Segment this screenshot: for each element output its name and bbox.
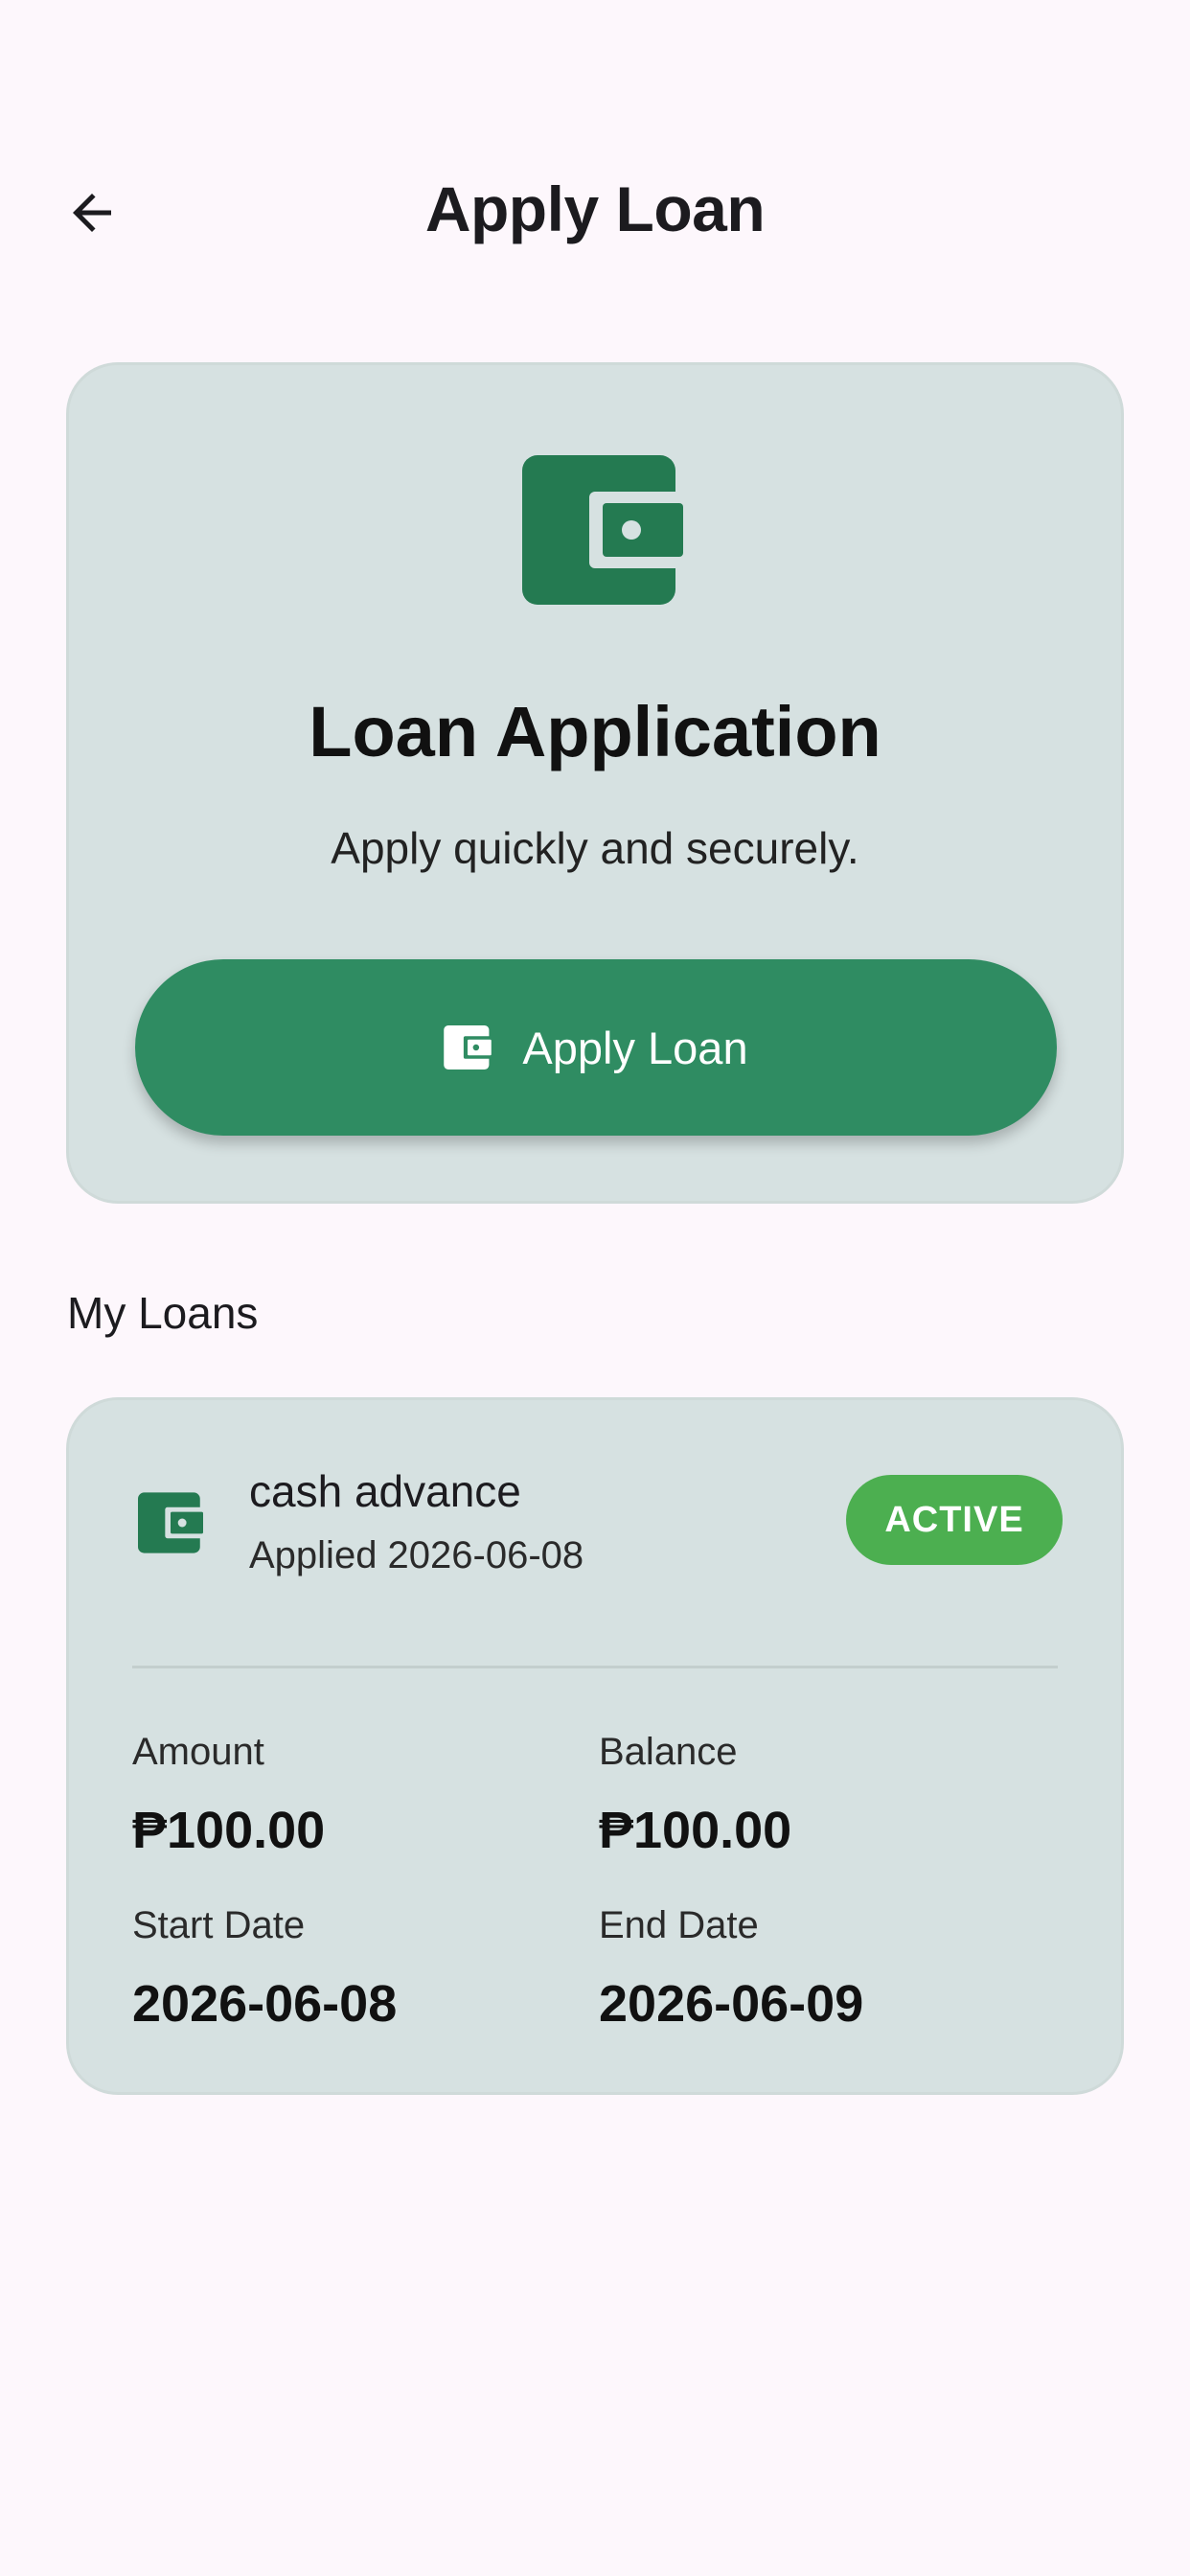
start-date-label: Start Date — [132, 1904, 306, 1946]
end-date-label: End Date — [599, 1904, 759, 1946]
my-loans-heading: My Loans — [67, 1288, 259, 1338]
card-title: Loan Application — [309, 692, 881, 771]
end-date-value: 2026-06-09 — [599, 1975, 864, 2033]
loan-application-card: Loan Application Apply quickly and secur… — [66, 362, 1124, 1204]
amount-label: Amount — [132, 1731, 264, 1773]
status-badge: ACTIVE — [846, 1475, 1063, 1565]
wallet-icon — [522, 455, 683, 605]
app-bar: Apply Loan — [0, 163, 1190, 259]
loan-applied-date: Applied 2026-06-08 — [249, 1534, 584, 1576]
balance-value: ₱100.00 — [599, 1802, 792, 1859]
wallet-icon — [138, 1492, 203, 1553]
loan-name: cash advance — [249, 1466, 521, 1516]
wallet-icon — [444, 1025, 492, 1070]
apply-loan-button-label: Apply Loan — [522, 1022, 748, 1073]
apply-loan-button[interactable]: Apply Loan — [135, 959, 1057, 1136]
amount-value: ₱100.00 — [132, 1802, 326, 1859]
page-title: Apply Loan — [424, 173, 766, 244]
card-subtitle: Apply quickly and securely. — [331, 823, 859, 873]
loan-item-card[interactable]: cash advance Applied 2026-06-08 ACTIVE A… — [66, 1397, 1124, 2095]
start-date-value: 2026-06-08 — [132, 1975, 398, 2033]
balance-label: Balance — [599, 1731, 738, 1773]
divider — [132, 1666, 1058, 1668]
